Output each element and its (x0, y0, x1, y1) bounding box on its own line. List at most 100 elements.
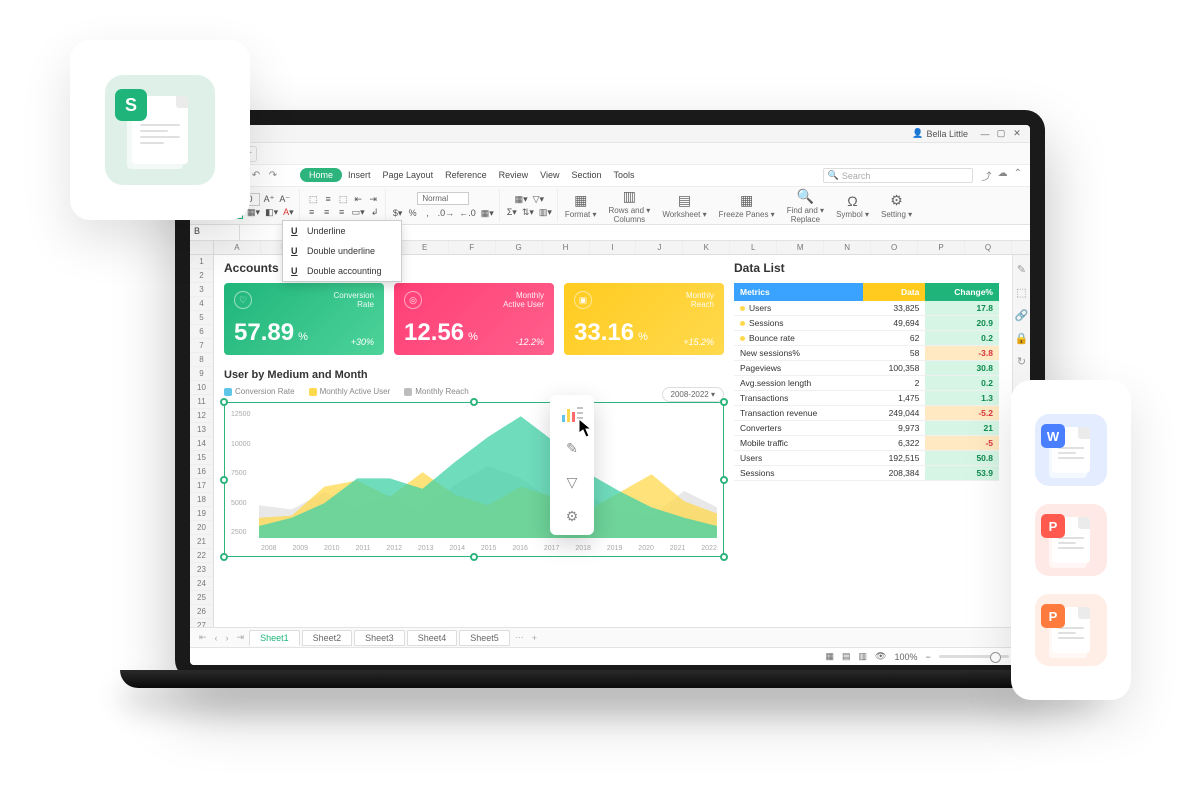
menu-page-layout[interactable]: Page Layout (377, 168, 440, 182)
row-10[interactable]: 10 (190, 381, 213, 395)
increase-font-icon[interactable]: A⁺ (263, 193, 276, 206)
align-left-icon[interactable]: ≡ (306, 206, 318, 219)
col-Q[interactable]: Q (965, 241, 1012, 254)
maximize-button[interactable]: ▢ (996, 129, 1006, 139)
wrap-icon[interactable]: ↲ (369, 206, 381, 219)
row-26[interactable]: 26 (190, 605, 213, 619)
funnel-icon[interactable]: ▽ (561, 471, 583, 493)
collapse-ribbon-icon[interactable]: ⌃ (1014, 168, 1022, 183)
col-N[interactable]: N (824, 241, 871, 254)
chart-object[interactable]: 1250010000750050002500 20082009201020112… (224, 402, 724, 557)
freeze-button[interactable]: ▦Freeze Panes ▾ (714, 189, 780, 222)
decrease-font-icon[interactable]: A⁻ (278, 193, 291, 206)
row-17[interactable]: 17 (190, 479, 213, 493)
menu-insert[interactable]: Insert (342, 168, 377, 182)
align-top-icon[interactable]: ⬚ (307, 193, 319, 206)
dec-inc-icon[interactable]: .0→ (437, 207, 456, 220)
row-25[interactable]: 25 (190, 591, 213, 605)
row-22[interactable]: 22 (190, 549, 213, 563)
user-chip[interactable]: 👤 Bella Little (912, 128, 968, 139)
tab-nav-prev[interactable]: ‹ (212, 633, 221, 643)
fill-color-icon[interactable]: ◧▾ (264, 206, 279, 219)
resize-handle[interactable] (720, 398, 728, 406)
tab-nav-next[interactable]: › (223, 633, 232, 643)
resize-handle[interactable] (720, 476, 728, 484)
date-range-select[interactable]: 2008-2022 ▾ (662, 387, 725, 402)
sheet-tab-sheet1[interactable]: Sheet1 (249, 630, 300, 646)
resize-handle[interactable] (720, 553, 728, 561)
setting-button[interactable]: ⚙Setting ▾ (876, 189, 917, 222)
resize-handle[interactable] (470, 398, 478, 406)
double-accounting-option[interactable]: UDouble accounting (283, 261, 401, 281)
redo-icon[interactable]: ↷ (266, 169, 280, 183)
select-icon[interactable]: ⬚ (1016, 286, 1026, 299)
align-bottom-icon[interactable]: ⬚ (337, 193, 349, 206)
row-4[interactable]: 4 (190, 297, 213, 311)
find-button[interactable]: 🔍Find and ▾ Replace (782, 189, 829, 222)
row-1[interactable]: 1 (190, 255, 213, 269)
sort-icon[interactable]: ⇅▾ (521, 206, 535, 219)
align-middle-icon[interactable]: ≡ (322, 193, 334, 206)
row-11[interactable]: 11 (190, 395, 213, 409)
view-normal-icon[interactable]: ▦ (825, 651, 834, 662)
view-page-icon[interactable]: ▥ (858, 651, 867, 662)
indent-dec-icon[interactable]: ⇤ (352, 193, 364, 206)
fill-icon[interactable]: ▥▾ (538, 206, 553, 219)
col-H[interactable]: H (543, 241, 590, 254)
tab-nav-first[interactable]: ⇤ (196, 632, 210, 643)
resize-handle[interactable] (220, 398, 228, 406)
row-27[interactable]: 27 (190, 619, 213, 627)
col-L[interactable]: L (730, 241, 777, 254)
row-18[interactable]: 18 (190, 493, 213, 507)
col-M[interactable]: M (777, 241, 824, 254)
underline-option[interactable]: UUnderline (283, 221, 401, 241)
comma-icon[interactable]: , (422, 207, 434, 220)
table-icon[interactable]: ▦▾ (514, 193, 529, 206)
menu-tools[interactable]: Tools (608, 168, 641, 182)
sheet-canvas[interactable]: Accounts ♡Conversion Rate 57.89%+30% ◎Mo… (214, 255, 1012, 627)
align-center-icon[interactable]: ≡ (321, 206, 333, 219)
row-6[interactable]: 6 (190, 325, 213, 339)
col-O[interactable]: O (871, 241, 918, 254)
row-3[interactable]: 3 (190, 283, 213, 297)
row-8[interactable]: 8 (190, 353, 213, 367)
row-16[interactable]: 16 (190, 465, 213, 479)
lock-icon[interactable]: 🔒 (1015, 332, 1029, 345)
sheet-tab-sheet4[interactable]: Sheet4 (407, 630, 458, 646)
merge-icon[interactable]: ▭▾ (351, 206, 366, 219)
dec-dec-icon[interactable]: ←.0 (458, 207, 477, 220)
menu-view[interactable]: View (534, 168, 565, 182)
row-9[interactable]: 9 (190, 367, 213, 381)
style-select[interactable]: Normal (417, 192, 469, 205)
font-color-icon[interactable]: A▾ (282, 206, 295, 219)
resize-handle[interactable] (470, 553, 478, 561)
row-24[interactable]: 24 (190, 577, 213, 591)
col-F[interactable]: F (449, 241, 496, 254)
row-19[interactable]: 19 (190, 507, 213, 521)
undo-icon[interactable]: ↶ (249, 169, 263, 183)
row-2[interactable]: 2 (190, 269, 213, 283)
menu-section[interactable]: Section (565, 168, 607, 182)
history-icon[interactable]: ↻ (1017, 355, 1026, 368)
row-7[interactable]: 7 (190, 339, 213, 353)
filter-icon[interactable]: ▽▾ (532, 193, 545, 206)
col-E[interactable]: E (402, 241, 449, 254)
cond-format-icon[interactable]: ▦▾ (480, 207, 495, 220)
resize-handle[interactable] (220, 553, 228, 561)
worksheet-button[interactable]: ▤Worksheet ▾ (657, 189, 711, 222)
col-J[interactable]: J (636, 241, 683, 254)
view-eye-icon[interactable]: 👁 (875, 651, 886, 662)
col-G[interactable]: G (496, 241, 543, 254)
share-icon[interactable]: ⤴ (982, 168, 992, 183)
gear-icon[interactable]: ⚙ (561, 505, 583, 527)
format-button[interactable]: ▦Format ▾ (560, 189, 602, 222)
row-14[interactable]: 14 (190, 437, 213, 451)
row-12[interactable]: 12 (190, 409, 213, 423)
col-A[interactable]: A (214, 241, 261, 254)
zoom-slider[interactable] (939, 655, 1009, 658)
row-20[interactable]: 20 (190, 521, 213, 535)
name-box[interactable]: B (190, 225, 240, 240)
view-layout-icon[interactable]: ▤ (842, 651, 851, 662)
row-5[interactable]: 5 (190, 311, 213, 325)
edit-icon[interactable]: ✎ (1017, 263, 1026, 276)
